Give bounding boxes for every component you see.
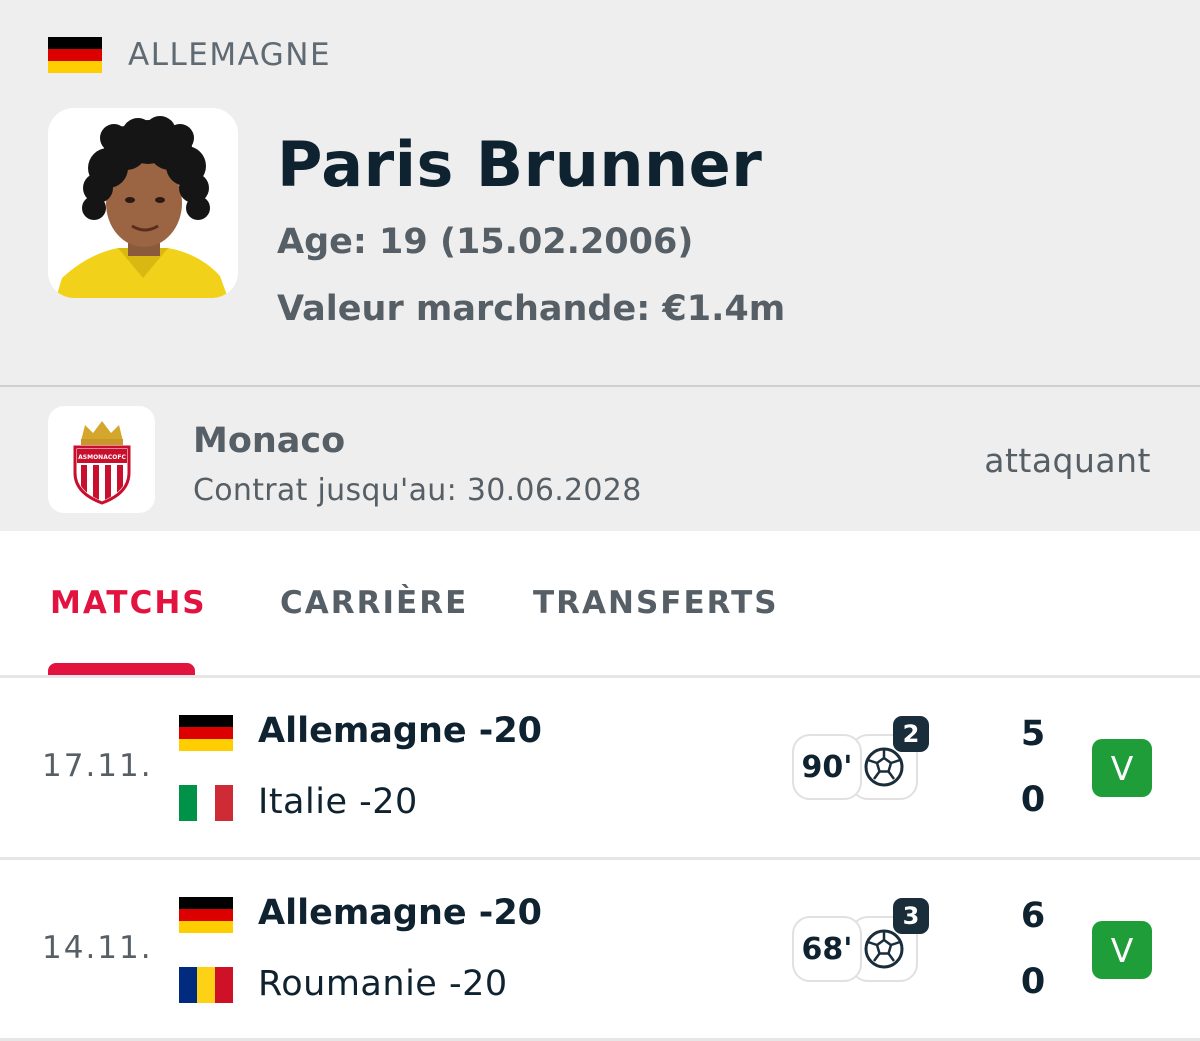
football-icon — [864, 747, 904, 787]
away-score: 0 — [1020, 962, 1046, 1002]
monaco-crest-icon: ASMONACOFC — [73, 420, 130, 505]
germany-flag-icon — [179, 897, 233, 933]
germany-flag-icon — [179, 715, 233, 751]
result-badge: V — [1092, 739, 1152, 797]
player-market-value: Valeur marchande: €1.4m — [277, 289, 786, 329]
goals-count: 2 — [893, 716, 929, 752]
minutes-played: 68' — [792, 916, 862, 982]
player-age: Age: 19 (15.02.2006) — [277, 222, 694, 262]
club-info[interactable]: ASMONACOFC Monaco Contrat jusqu'au: 30.0… — [0, 387, 1200, 531]
home-team-name: Allemagne -20 — [258, 711, 543, 751]
player-position: attaquant — [984, 441, 1151, 480]
club-name[interactable]: Monaco — [193, 421, 345, 461]
home-score: 5 — [1020, 714, 1046, 754]
home-team-name: Allemagne -20 — [258, 893, 543, 933]
player-name: Paris Brunner — [277, 128, 763, 201]
tab-carriere[interactable]: CARRIÈRE — [280, 585, 468, 621]
away-team-name: Italie -20 — [258, 782, 418, 822]
germany-flag-icon — [48, 37, 102, 73]
tab-matchs[interactable]: MATCHS — [50, 585, 207, 621]
contract-end: Contrat jusqu'au: 30.06.2028 — [193, 473, 642, 508]
player-avatar — [48, 108, 238, 298]
result-badge: V — [1092, 921, 1152, 979]
nationality-row[interactable]: ALLEMAGNE — [48, 36, 331, 74]
romania-flag-icon — [179, 967, 233, 1003]
match-row[interactable]: 14.11. Allemagne -20 Roumanie -20 68' 3 … — [0, 860, 1200, 1040]
club-logo: ASMONACOFC — [48, 406, 155, 513]
nationality-label: ALLEMAGNE — [128, 37, 332, 73]
home-score: 6 — [1020, 896, 1046, 936]
italy-flag-icon — [179, 785, 233, 821]
away-team-name: Roumanie -20 — [258, 964, 508, 1004]
tab-transferts[interactable]: TRANSFERTS — [533, 585, 779, 621]
away-score: 0 — [1020, 780, 1046, 820]
tab-bar: MATCHS CARRIÈRE TRANSFERTS — [0, 531, 1200, 677]
svg-text:ASMONACOFC: ASMONACOFC — [78, 454, 126, 461]
match-row[interactable]: 17.11. Allemagne -20 Italie -20 90' 2 5 … — [0, 678, 1200, 858]
player-photo-icon — [48, 108, 238, 298]
match-date: 17.11. — [42, 748, 153, 784]
goals-count: 3 — [893, 898, 929, 934]
match-date: 14.11. — [42, 930, 153, 966]
player-header: ALLEMAGNE Paris Brunner Age: 19 (15.02.2… — [0, 0, 1200, 386]
minutes-played: 90' — [792, 734, 862, 800]
football-icon — [864, 929, 904, 969]
